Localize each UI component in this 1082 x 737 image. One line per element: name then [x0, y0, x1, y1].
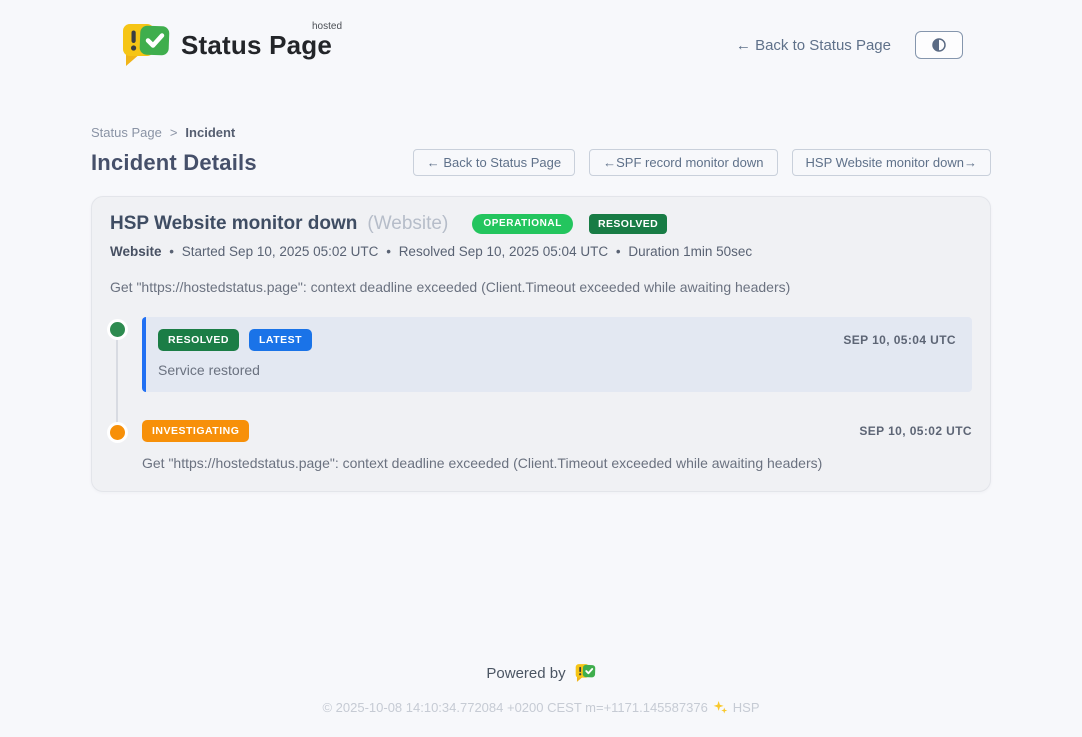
- incident-nav-buttons: ← Back to Status Page ←SPF record monito…: [413, 149, 991, 176]
- incident-meta: Website • Started Sep 10, 2025 05:02 UTC…: [110, 244, 972, 259]
- meta-resolved: Resolved Sep 10, 2025 05:04 UTC: [399, 244, 608, 259]
- incident-title: HSP Website monitor down: [110, 213, 357, 235]
- breadcrumb-separator: >: [170, 125, 178, 140]
- meta-separator: •: [616, 244, 621, 259]
- status-page-logo-icon: [119, 22, 171, 68]
- incident-component: (Website): [367, 213, 448, 235]
- status-page-mini-logo-icon[interactable]: [574, 663, 596, 683]
- breadcrumb: Status Page > Incident: [91, 125, 991, 140]
- breadcrumb-status-page-link[interactable]: Status Page: [91, 125, 162, 140]
- meta-started: Started Sep 10, 2025 05:02 UTC: [182, 244, 379, 259]
- page-footer: Powered by © 2025-10-08 14:10:34.772084 …: [0, 663, 1082, 737]
- incident-description: Get "https://hostedstatus.page": context…: [110, 279, 972, 295]
- timeline-dot-orange: [110, 425, 125, 440]
- next-incident-button[interactable]: HSP Website monitor down→: [792, 149, 991, 176]
- timeline-message: Get "https://hostedstatus.page": context…: [142, 455, 972, 471]
- timeline-timestamp: SEP 10, 05:04 UTC: [843, 333, 956, 347]
- meta-duration: Duration 1min 50sec: [628, 244, 752, 259]
- app-header: Status Page hosted ← Back to Status Page: [0, 0, 1082, 76]
- timeline-entry-resolved: RESOLVED LATEST SEP 10, 05:04 UTC Servic…: [142, 317, 972, 392]
- timeline-investigating-badge: INVESTIGATING: [142, 420, 249, 442]
- meta-separator: •: [386, 244, 391, 259]
- operational-badge: OPERATIONAL: [472, 214, 573, 234]
- brand-name: Status Page: [181, 30, 332, 60]
- timeline-resolved-badge: RESOLVED: [158, 329, 239, 351]
- incident-card: HSP Website monitor down (Website) OPERA…: [91, 196, 991, 492]
- breadcrumb-current: Incident: [185, 125, 235, 140]
- back-to-status-page-button[interactable]: ← Back to Status Page: [413, 149, 575, 176]
- timeline-latest-badge: LATEST: [249, 329, 312, 351]
- theme-toggle-button[interactable]: [915, 31, 963, 59]
- copyright-text: © 2025-10-08 14:10:34.772084 +0200 CEST …: [322, 700, 707, 715]
- hosted-superscript: hosted: [312, 21, 342, 32]
- resolved-badge: RESOLVED: [589, 214, 667, 235]
- timeline-timestamp: SEP 10, 05:02 UTC: [859, 424, 972, 438]
- meta-component: Website: [110, 244, 162, 259]
- contrast-icon: [930, 36, 948, 54]
- page-title: Incident Details: [91, 150, 257, 176]
- timeline-entry-investigating: INVESTIGATING SEP 10, 05:02 UTC Get "htt…: [142, 420, 972, 471]
- meta-separator: •: [169, 244, 174, 259]
- copyright-suffix: HSP: [733, 700, 760, 715]
- status-page-logo[interactable]: Status Page hosted: [119, 22, 338, 68]
- timeline-dot-green: [110, 322, 125, 337]
- prev-incident-button[interactable]: ←SPF record monitor down: [589, 149, 777, 176]
- incident-timeline: RESOLVED LATEST SEP 10, 05:04 UTC Servic…: [110, 317, 972, 471]
- timeline-message: Service restored: [158, 362, 956, 378]
- copyright-line: © 2025-10-08 14:10:34.772084 +0200 CEST …: [0, 700, 1082, 715]
- sparkles-icon: [713, 700, 728, 715]
- back-to-status-page-link[interactable]: ← Back to Status Page: [736, 37, 891, 54]
- powered-by-label: Powered by: [486, 665, 565, 682]
